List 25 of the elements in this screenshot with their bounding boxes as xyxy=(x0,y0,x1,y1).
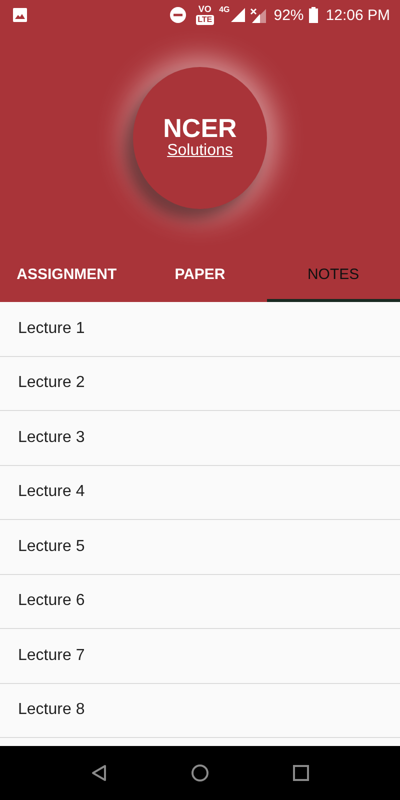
tab[interactable]: PAPER xyxy=(133,250,267,302)
list-item[interactable]: Lecture 6 xyxy=(18,592,85,610)
battery-level: 92% xyxy=(274,6,304,24)
volte-label: VO xyxy=(198,5,212,14)
battery-icon xyxy=(308,7,318,23)
back-icon[interactable] xyxy=(91,764,107,782)
list-item[interactable]: Lecture 1 xyxy=(18,320,85,338)
logo-subtitle: Solutions xyxy=(167,141,233,161)
list-item[interactable]: Lecture 4 xyxy=(18,483,85,502)
list-item[interactable]: Lecture 3 xyxy=(18,428,85,447)
logo-title: NCER xyxy=(163,115,237,142)
network-type: 4G xyxy=(219,5,230,14)
list-item[interactable]: Lecture 5 xyxy=(18,538,85,556)
signal-icon xyxy=(230,8,245,22)
do-not-disturb-icon xyxy=(170,7,186,23)
image-icon xyxy=(13,8,27,22)
no-signal-icon xyxy=(250,8,266,22)
clock: 12:06 PM xyxy=(326,6,390,24)
tab[interactable]: ASSIGNMENT xyxy=(0,250,134,302)
recents-icon[interactable] xyxy=(293,765,309,781)
lte-badge: LTE xyxy=(196,15,214,25)
home-icon[interactable] xyxy=(191,764,209,782)
list-item[interactable]: Lecture 2 xyxy=(18,374,85,392)
list-item[interactable]: Lecture 7 xyxy=(18,646,85,665)
list-item[interactable]: Lecture 8 xyxy=(18,701,85,720)
